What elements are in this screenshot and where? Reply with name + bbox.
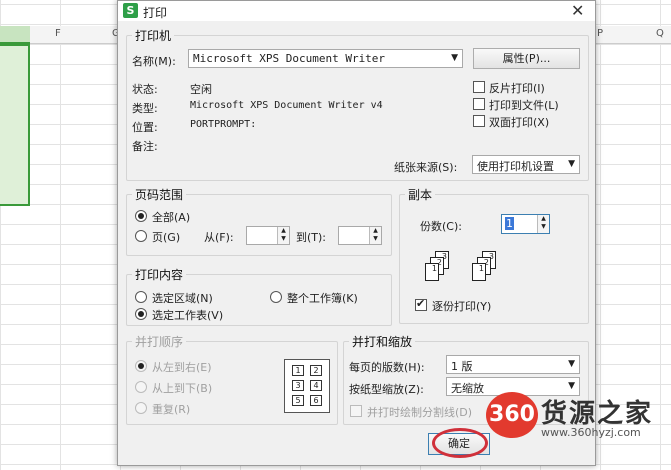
dialog-title: 打印 [143, 6, 168, 20]
pages-per-sheet-value: 1 版 [451, 360, 473, 373]
draw-borders-checkbox[interactable] [350, 405, 362, 417]
collate-label: 逐份打印(Y) [432, 300, 492, 313]
workbook-radio[interactable] [270, 291, 282, 303]
pages-label: 页(G) [152, 231, 181, 244]
preview-page-3: 3 [292, 380, 304, 391]
preview-page-1: 1 [292, 365, 304, 376]
selection-label: 选定区域(N) [152, 292, 213, 305]
chevron-down-icon: ▼ [568, 381, 575, 391]
active-sheet-label: 选定工作表(V) [152, 309, 224, 322]
paper-source-value: 使用打印机设置 [477, 160, 554, 173]
location-label: 位置: [132, 121, 158, 134]
all-pages-label: 全部(A) [152, 211, 191, 224]
repeat-radio[interactable] [135, 402, 147, 414]
page-range-title: 页码范围 [132, 186, 187, 203]
selection-radio[interactable] [135, 291, 147, 303]
comment-label: 备注: [132, 140, 158, 153]
spin-arrows-icon[interactable]: ▲ ▼ [537, 215, 549, 233]
pages-per-sheet-select[interactable]: 1 版 ▼ [446, 355, 580, 374]
workbook-label: 整个工作簿(K) [287, 292, 358, 305]
combine-scale-title: 并打和缩放 [349, 333, 416, 350]
copies-count-spinner[interactable]: 1 ▲ ▼ [501, 214, 550, 234]
collate-pages-icon: 321 [425, 251, 455, 285]
highlight-circle [432, 428, 488, 458]
chevron-down-icon: ▼ [568, 359, 575, 369]
top-to-bottom-radio[interactable] [135, 381, 147, 393]
location-value: PORTPROMPT: [190, 119, 257, 130]
printer-name-label: 名称(M): [132, 55, 176, 68]
printer-name-select[interactable]: Microsoft XPS Document Writer ▼ [188, 49, 463, 68]
type-label: 类型: [132, 102, 158, 115]
pages-radio[interactable] [135, 230, 147, 242]
reverse-print-label: 反片打印(I) [489, 82, 545, 95]
column-header-q[interactable]: Q [656, 28, 664, 39]
copies-count-label: 份数(C): [420, 220, 462, 233]
type-value: Microsoft XPS Document Writer v4 [190, 100, 383, 111]
copies-title: 副本 [405, 186, 436, 203]
print-to-file-label: 打印到文件(L) [489, 99, 559, 112]
print-order-title: 并打顺序 [132, 333, 187, 350]
watermark-360-logo: 360 [486, 392, 538, 438]
selected-column-header [0, 26, 30, 44]
wps-logo-icon: S [123, 3, 138, 18]
preview-page-2: 2 [310, 365, 322, 376]
scale-value: 无缩放 [451, 382, 484, 395]
collate-checkbox[interactable] [415, 297, 427, 311]
watermark-url: www.360hyzj.com [541, 426, 641, 439]
column-header-f[interactable]: F [55, 28, 61, 39]
left-to-right-label: 从左到右(E) [152, 361, 212, 374]
spin-arrows-icon[interactable]: ▲ ▼ [369, 227, 381, 244]
properties-button[interactable]: 属性(P)... [473, 48, 580, 69]
page-range-group [126, 194, 392, 256]
printer-group-title: 打印机 [132, 27, 175, 44]
pages-per-sheet-label: 每页的版数(H): [349, 361, 425, 374]
draw-borders-label: 并打时绘制分割线(D) [367, 406, 473, 419]
left-to-right-radio[interactable] [135, 360, 147, 372]
paper-source-label: 纸张来源(S): [394, 161, 458, 174]
column-header-p[interactable]: P [597, 28, 603, 39]
to-page-spinner[interactable]: ▲ ▼ [338, 226, 382, 245]
preview-page-4: 4 [310, 380, 322, 391]
reverse-print-checkbox[interactable] [473, 81, 485, 93]
duplex-label: 双面打印(X) [489, 116, 550, 129]
paper-source-select[interactable]: 使用打印机设置 ▼ [472, 155, 580, 174]
print-content-title: 打印内容 [132, 266, 187, 283]
close-icon[interactable]: ✕ [571, 1, 584, 20]
from-page-spinner[interactable]: ▲ ▼ [246, 226, 290, 245]
dialog-titlebar: S 打印 ✕ [118, 1, 595, 21]
active-sheet-radio[interactable] [135, 308, 147, 320]
copies-count-value: 1 [505, 217, 514, 230]
from-label: 从(F): [204, 231, 234, 244]
selected-cell-range[interactable] [0, 44, 30, 206]
chevron-down-icon: ▼ [568, 159, 575, 169]
repeat-label: 重复(R) [152, 403, 191, 416]
status-label: 状态: [132, 83, 158, 96]
preview-page-5: 5 [292, 395, 304, 406]
scale-label: 按纸型缩放(Z): [349, 383, 424, 396]
chevron-down-icon: ▼ [451, 53, 458, 63]
spin-arrows-icon[interactable]: ▲ ▼ [277, 227, 289, 244]
to-label: 到(T): [296, 231, 327, 244]
watermark-text: 货源之家 [541, 399, 654, 429]
collate-pages-icon: 321 [472, 251, 502, 285]
duplex-checkbox[interactable] [473, 115, 485, 127]
page-order-preview-icon: 1 2 3 4 5 6 [284, 359, 330, 413]
status-value: 空闲 [190, 83, 212, 96]
all-pages-radio[interactable] [135, 210, 147, 222]
preview-page-6: 6 [310, 395, 322, 406]
print-to-file-checkbox[interactable] [473, 98, 485, 110]
printer-name-value: Microsoft XPS Document Writer [193, 52, 386, 65]
top-to-bottom-label: 从上到下(B) [152, 382, 213, 395]
